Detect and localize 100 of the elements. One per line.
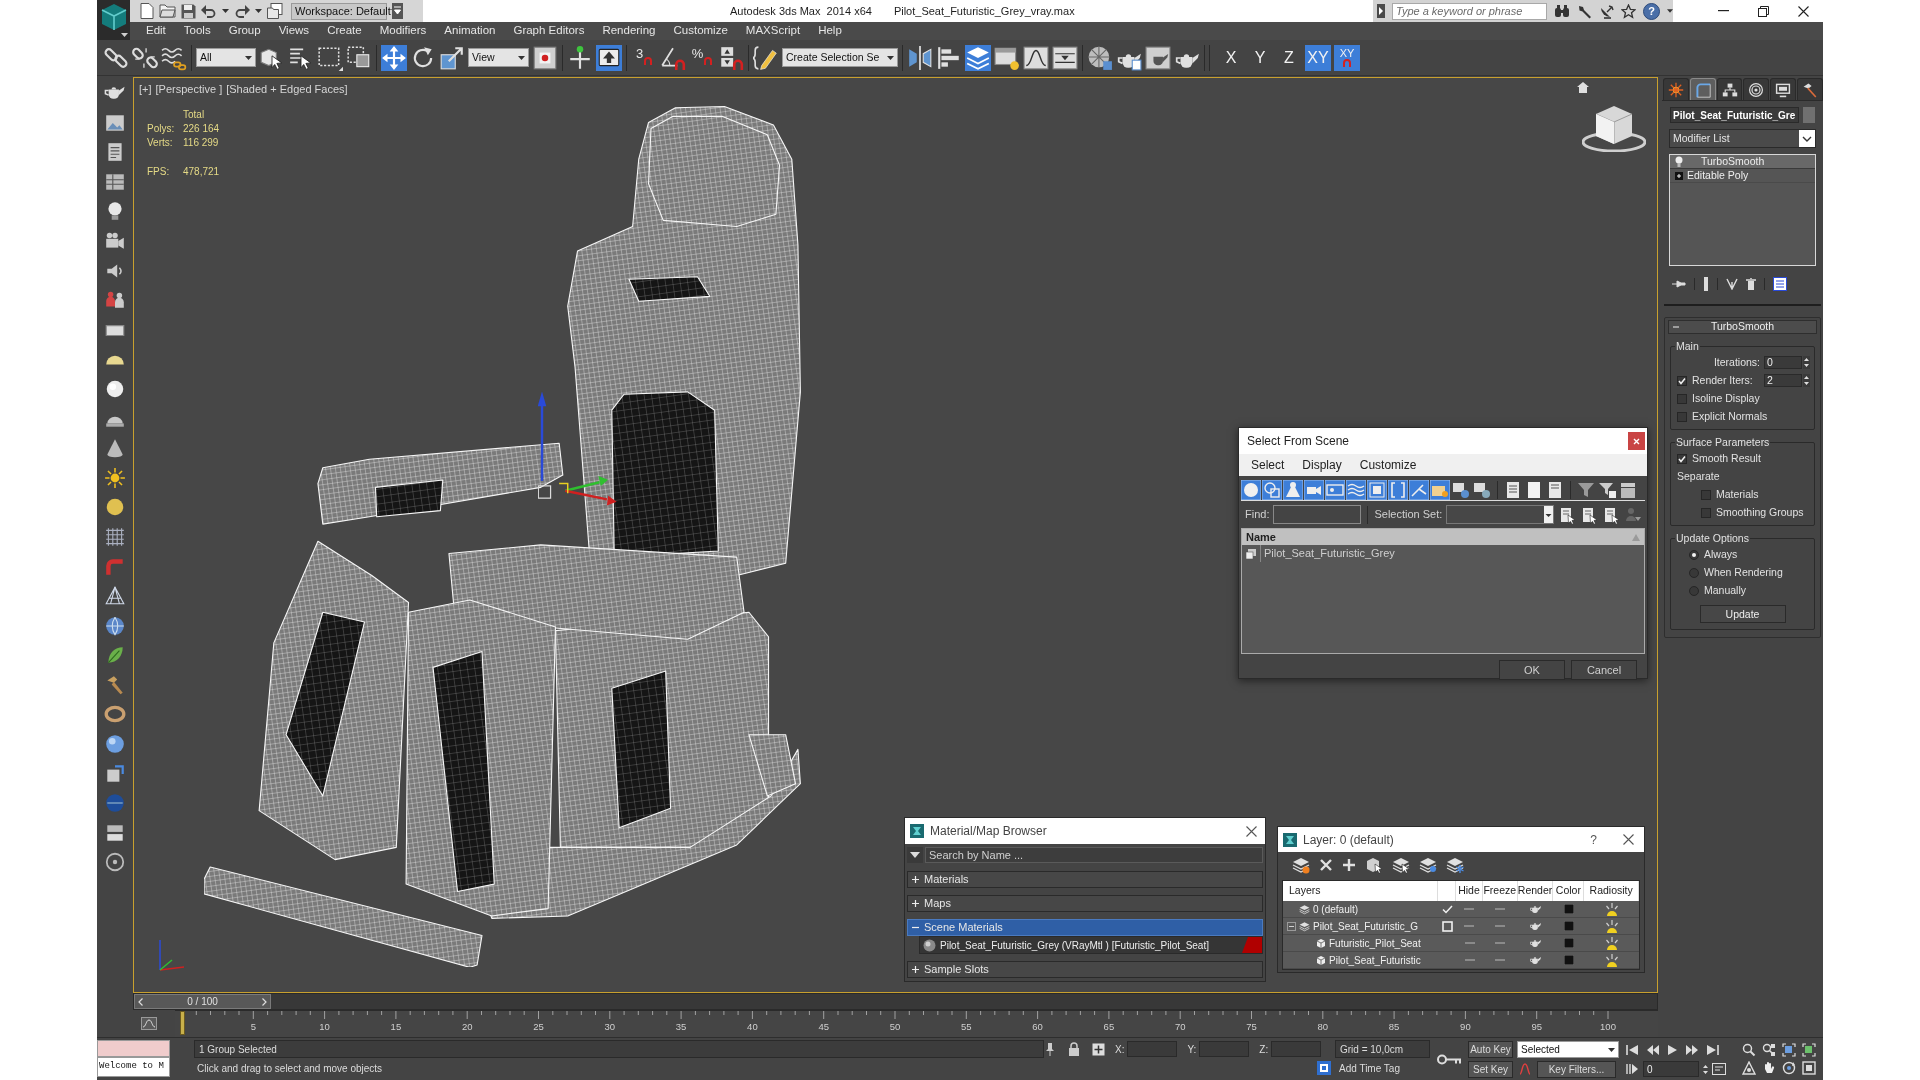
panel-tab[interactable] — [1797, 78, 1823, 100]
home-icon[interactable] — [1577, 82, 1589, 93]
sunrise-icon[interactable] — [1604, 919, 1619, 933]
menu-item[interactable]: Edit — [146, 22, 166, 40]
caret-icon[interactable] — [222, 9, 229, 13]
rollout-header[interactable]: TurboSmooth — [1668, 320, 1817, 334]
menu-item[interactable]: MAXScript — [745, 22, 801, 40]
shapes-icon[interactable] — [1262, 479, 1282, 500]
color-swatch-icon[interactable] — [1563, 955, 1574, 965]
column-header[interactable]: Layers — [1283, 881, 1439, 901]
snap-toggle-button[interactable]: % — [689, 44, 715, 71]
lock-icon[interactable] — [1068, 1042, 1080, 1056]
object-name[interactable]: Pilot_Seat_Futuristic_Grey — [1260, 545, 1395, 562]
teapot-icon[interactable] — [1530, 955, 1542, 965]
crosshair-dot-icon[interactable] — [567, 44, 593, 71]
color-swatch-icon[interactable] — [1563, 938, 1574, 948]
coordinate-field[interactable] — [1271, 1041, 1322, 1057]
color-swatch-icon[interactable] — [1563, 904, 1574, 914]
spinner-arrows-icon[interactable] — [1803, 356, 1810, 369]
category-header[interactable]: Scene Materials — [907, 919, 1263, 936]
snap-toggle-button[interactable]: 3 — [631, 44, 657, 71]
diagonal-arrow-icon[interactable] — [439, 44, 465, 71]
key-icon[interactable] — [1437, 1053, 1461, 1065]
menu-item[interactable]: Views — [278, 22, 310, 40]
next-frame-icon[interactable] — [1686, 1044, 1698, 1055]
sphere-icon[interactable] — [1241, 479, 1261, 500]
column-header[interactable]: Hide — [1456, 881, 1483, 901]
spinner-magnet-icon[interactable] — [718, 44, 744, 71]
go-to-end-icon[interactable] — [1707, 1044, 1719, 1055]
toolbar-dropdown[interactable]: View — [468, 48, 529, 67]
radio-button[interactable] — [1689, 585, 1699, 596]
material-item[interactable]: Pilot_Seat_Futuristic_Grey (VRayMtl ) [Futuristic_Pilot_Seat] — [919, 936, 1263, 954]
square-target-icon[interactable] — [1317, 1061, 1331, 1075]
binoculars-icon[interactable] — [1554, 4, 1570, 18]
menu-item[interactable]: Customize — [1359, 456, 1417, 474]
curve-window-icon[interactable] — [1023, 44, 1049, 71]
vertical-bar-icon[interactable] — [1703, 277, 1709, 291]
spinner-arrows-icon[interactable] — [1702, 1062, 1709, 1076]
menu-item[interactable]: Group — [228, 22, 261, 40]
branch-icon[interactable] — [1726, 278, 1738, 290]
time-tag-link[interactable]: Add Time Tag — [1335, 1058, 1430, 1078]
mirror-icon[interactable] — [907, 44, 933, 71]
menu-item[interactable]: Select — [1251, 456, 1285, 474]
script-output-field[interactable]: Welcome to M — [97, 1057, 170, 1077]
menu-item[interactable]: Graph Editors — [513, 22, 585, 40]
color-swatch-icon[interactable] — [1803, 107, 1815, 123]
axis-constraint-button[interactable]: Y — [1247, 44, 1273, 71]
checker-sphere-icon[interactable] — [1087, 44, 1113, 71]
corner-brackets-icon[interactable] — [1802, 1043, 1816, 1057]
checkbox[interactable] — [1677, 393, 1687, 404]
object-name-field[interactable]: Pilot_Seat_Futuristic_Gre — [1670, 107, 1799, 123]
up-arrow-box-icon[interactable] — [596, 44, 622, 71]
magnifier-squares-icon[interactable] — [1762, 1043, 1776, 1057]
key-filters-button[interactable]: Key Filters... — [1537, 1060, 1616, 1078]
teapot-icon[interactable] — [1530, 938, 1542, 948]
color-swatch-icon[interactable] — [1563, 921, 1574, 931]
layer-name[interactable]: Pilot_Seat_Futuristic — [1329, 952, 1421, 968]
axis-constraint-button[interactable]: Z — [1276, 44, 1302, 71]
hand-icon[interactable] — [1762, 1061, 1776, 1075]
light-bulb-icon[interactable] — [1675, 156, 1683, 167]
key-mode-dropdown[interactable]: Selected — [1517, 1041, 1619, 1058]
sun-icon[interactable] — [103, 466, 126, 489]
layers-dot-icon[interactable] — [1419, 856, 1437, 874]
waves-icon[interactable] — [1346, 479, 1366, 500]
dot-square-icon[interactable] — [532, 44, 558, 71]
globe-icon[interactable] — [103, 614, 126, 637]
time-marker[interactable] — [180, 1011, 185, 1035]
redo-icon[interactable] — [234, 4, 250, 18]
teapot-icon[interactable] — [1530, 921, 1542, 931]
magnifier-icon[interactable] — [1742, 1043, 1756, 1057]
view-cube-icon[interactable] — [1582, 104, 1646, 152]
app-icon[interactable] — [910, 824, 924, 838]
page-cursor-icon[interactable] — [1558, 505, 1577, 524]
radio-button[interactable] — [1689, 567, 1699, 578]
menu-item[interactable]: Rendering — [602, 22, 656, 40]
toolbar-dropdown[interactable]: Create Selection Se — [782, 48, 898, 67]
curve-box-icon[interactable] — [141, 1017, 157, 1030]
menu-item[interactable]: Tools — [183, 22, 211, 40]
layers-cursor-icon[interactable] — [1392, 856, 1410, 874]
find-field[interactable] — [1273, 505, 1362, 524]
plus-square-icon[interactable] — [1092, 1042, 1105, 1056]
coordinate-field[interactable] — [1199, 1041, 1250, 1057]
sunrise-icon[interactable] — [1604, 953, 1619, 967]
caret-icon[interactable] — [255, 9, 262, 13]
blank-page-icon[interactable] — [140, 3, 154, 19]
grid-icon[interactable] — [103, 525, 126, 548]
shaded-sphere-icon[interactable] — [103, 733, 126, 756]
category-header[interactable]: Materials — [907, 871, 1263, 888]
dashed-rectangle-icon[interactable] — [317, 44, 343, 71]
teapot-icon[interactable] — [1530, 904, 1542, 914]
track-bar[interactable]: 5 10 15 20 25 30 35 40 45 50 55 60 65 70 75 80 85 90 95 100 — [175, 1010, 1658, 1037]
toolbar-dropdown[interactable]: All — [196, 48, 256, 67]
spinner-arrows-icon[interactable] — [1803, 374, 1810, 387]
stack-item[interactable]: Editable Poly — [1670, 169, 1815, 183]
camera-icon[interactable] — [1304, 479, 1324, 500]
wrench-icon[interactable] — [1577, 3, 1592, 19]
check-icon[interactable] — [1441, 904, 1453, 914]
column-header[interactable]: Freeze — [1482, 881, 1518, 901]
column-header[interactable]: Name — [1246, 528, 1276, 546]
orbit-icon[interactable] — [1782, 1061, 1796, 1075]
